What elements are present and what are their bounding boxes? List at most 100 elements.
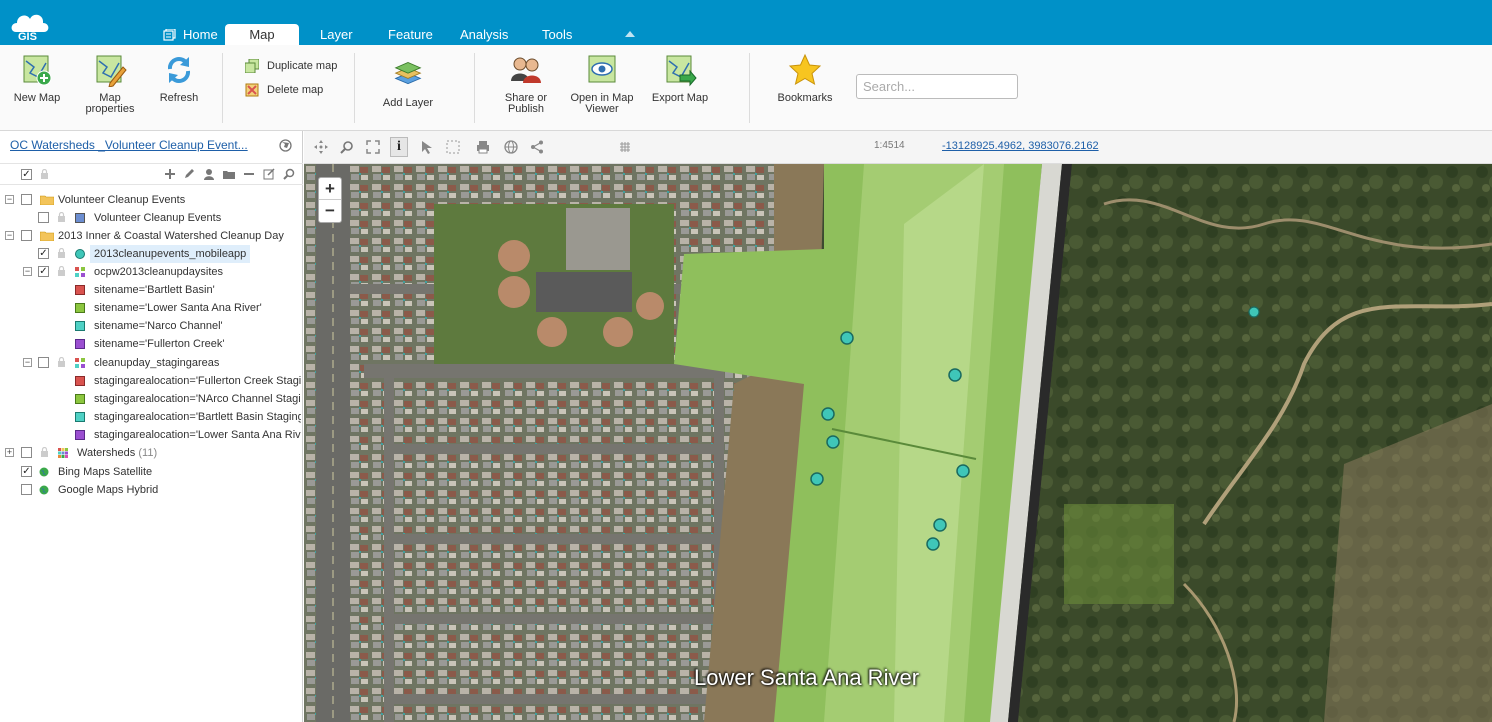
basemap-label[interactable]: Bing Maps Satellite <box>58 463 152 481</box>
legend-swatch <box>75 303 85 313</box>
lock-icon[interactable] <box>40 447 49 458</box>
cursor-coordinates[interactable]: -13128925.4962, 3983076.2162 <box>942 140 1099 152</box>
event-point[interactable] <box>948 368 962 382</box>
remove-icon[interactable] <box>243 168 255 180</box>
collapse-toggle[interactable]: − <box>23 267 32 276</box>
search-input[interactable] <box>856 74 1018 99</box>
share-publish-button[interactable]: Share or Publish <box>499 53 553 115</box>
folder-icon <box>40 195 54 205</box>
add-icon[interactable] <box>164 168 176 180</box>
legend-label: sitename='Lower Santa Ana River' <box>94 302 262 314</box>
lock-icon[interactable] <box>57 212 66 223</box>
layer-label[interactable]: ocpw2013cleanupdaysites <box>94 263 223 281</box>
print-icon[interactable] <box>476 140 490 154</box>
legend-item: sitename='Fullerton Creek' <box>0 335 303 353</box>
event-point[interactable] <box>933 518 947 532</box>
new-map-button[interactable]: New Map <box>10 53 64 104</box>
lock-icon[interactable] <box>57 248 66 259</box>
layer-label[interactable]: Watersheds (11) <box>77 444 157 462</box>
search-icon[interactable] <box>283 168 295 180</box>
select-arrow-icon[interactable] <box>420 140 434 154</box>
map-title-link[interactable]: OC Watersheds _Volunteer Cleanup Event..… <box>10 138 260 152</box>
basemap-label[interactable]: Google Maps Hybrid <box>58 481 158 499</box>
event-point[interactable] <box>826 435 840 449</box>
map-feature-label: Lower Santa Ana River <box>694 665 920 690</box>
layer-checkbox[interactable] <box>21 230 32 241</box>
open-in-map-viewer-button[interactable]: Open in Map Viewer <box>568 53 636 115</box>
layer-checkbox[interactable] <box>21 194 32 205</box>
layer-item-volunteer: Volunteer Cleanup Events <box>0 209 303 227</box>
info-icon[interactable]: i <box>390 137 408 157</box>
lock-icon[interactable] <box>57 357 66 368</box>
edit-pencil-icon[interactable] <box>183 168 195 180</box>
tab-layer[interactable]: Layer <box>320 24 353 45</box>
user-icon[interactable] <box>203 168 215 180</box>
legend-label: sitename='Narco Channel' <box>94 320 223 332</box>
layer-checkbox[interactable] <box>21 447 32 458</box>
collapse-toggle[interactable]: − <box>23 358 32 367</box>
basemap-item-bing: ✓ Bing Maps Satellite <box>0 463 303 481</box>
tab-tools[interactable]: Tools <box>542 24 572 45</box>
map-canvas[interactable]: + − Lower Santa Ana River <box>304 164 1492 722</box>
bookmarks-button[interactable]: Bookmarks <box>775 53 835 104</box>
event-point[interactable] <box>956 464 970 478</box>
legend-item: sitename='Lower Santa Ana River' <box>0 299 303 317</box>
full-extent-icon[interactable] <box>366 140 380 154</box>
layer-checkbox[interactable]: ✓ <box>21 466 32 477</box>
tab-analysis[interactable]: Analysis <box>460 24 508 45</box>
legend-label: stagingarealocation='Bartlett Basin Stag… <box>94 411 301 423</box>
layer-checkbox[interactable] <box>38 357 49 368</box>
globe-icon[interactable] <box>504 140 518 154</box>
lock-icon[interactable] <box>57 266 66 277</box>
gis-cloud-logo[interactable]: GIS <box>8 6 52 43</box>
legend-item: stagingarealocation='NArco Channel Stagi… <box>0 390 303 408</box>
box-select-icon[interactable] <box>446 140 460 154</box>
edit-box-icon[interactable] <box>263 168 275 180</box>
layer-label[interactable]: Volunteer Cleanup Events <box>94 209 221 227</box>
event-point[interactable] <box>810 472 824 486</box>
tab-home[interactable]: Home <box>162 24 222 45</box>
layer-group-label[interactable]: Volunteer Cleanup Events <box>58 191 185 209</box>
select-all-checkbox[interactable]: ✓ <box>21 169 32 180</box>
layer-checkbox[interactable] <box>21 484 32 495</box>
add-layer-label: Add Layer <box>382 97 434 109</box>
map-properties-button[interactable]: Map properties <box>84 53 136 115</box>
collapse-ribbon-icon[interactable] <box>625 31 635 37</box>
layer-group-label[interactable]: 2013 Inner & Coastal Watershed Cleanup D… <box>58 227 284 245</box>
event-point[interactable] <box>926 537 940 551</box>
legend-label: sitename='Bartlett Basin' <box>94 284 215 296</box>
folder-icon[interactable] <box>223 168 235 180</box>
duplicate-map-button[interactable]: Duplicate map <box>245 58 337 74</box>
tab-feature[interactable]: Feature <box>388 24 433 45</box>
add-layer-button[interactable]: Add Layer <box>378 59 438 109</box>
pan-icon[interactable] <box>314 140 328 154</box>
layer-checkbox[interactable] <box>38 212 49 223</box>
multi-symbol-icon <box>75 358 85 368</box>
event-point[interactable] <box>1248 306 1260 318</box>
globe-icon[interactable] <box>279 139 292 152</box>
refresh-button[interactable]: Refresh <box>156 53 202 104</box>
layer-checkbox[interactable]: ✓ <box>38 248 49 259</box>
delete-map-button[interactable]: Delete map <box>245 82 323 98</box>
lock-icon[interactable] <box>40 169 49 180</box>
expand-toggle[interactable]: + <box>5 448 14 457</box>
event-point[interactable] <box>821 407 835 421</box>
share-icon[interactable] <box>530 140 544 154</box>
tab-map[interactable]: Map <box>225 24 299 45</box>
collapse-toggle[interactable]: − <box>5 231 14 240</box>
legend-label: stagingarealocation='Lower Santa Ana Riv… <box>94 429 301 441</box>
duplicate-map-icon <box>245 59 259 74</box>
export-map-button[interactable]: Export Map <box>650 53 710 104</box>
tab-home-label: Home <box>183 27 218 42</box>
zoom-in-button[interactable]: + <box>319 178 341 200</box>
layer-checkbox[interactable]: ✓ <box>38 266 49 277</box>
collapse-toggle[interactable]: − <box>5 195 14 204</box>
event-point[interactable] <box>840 331 854 345</box>
zoom-icon[interactable] <box>340 140 354 154</box>
legend-swatch <box>75 285 85 295</box>
new-map-icon <box>23 55 52 86</box>
zoom-out-button[interactable]: − <box>319 200 341 222</box>
duplicate-map-label: Duplicate map <box>267 60 338 72</box>
layer-label-selected[interactable]: 2013cleanupevents_mobileapp <box>90 245 251 263</box>
layer-label[interactable]: cleanupday_stagingareas <box>94 354 219 372</box>
